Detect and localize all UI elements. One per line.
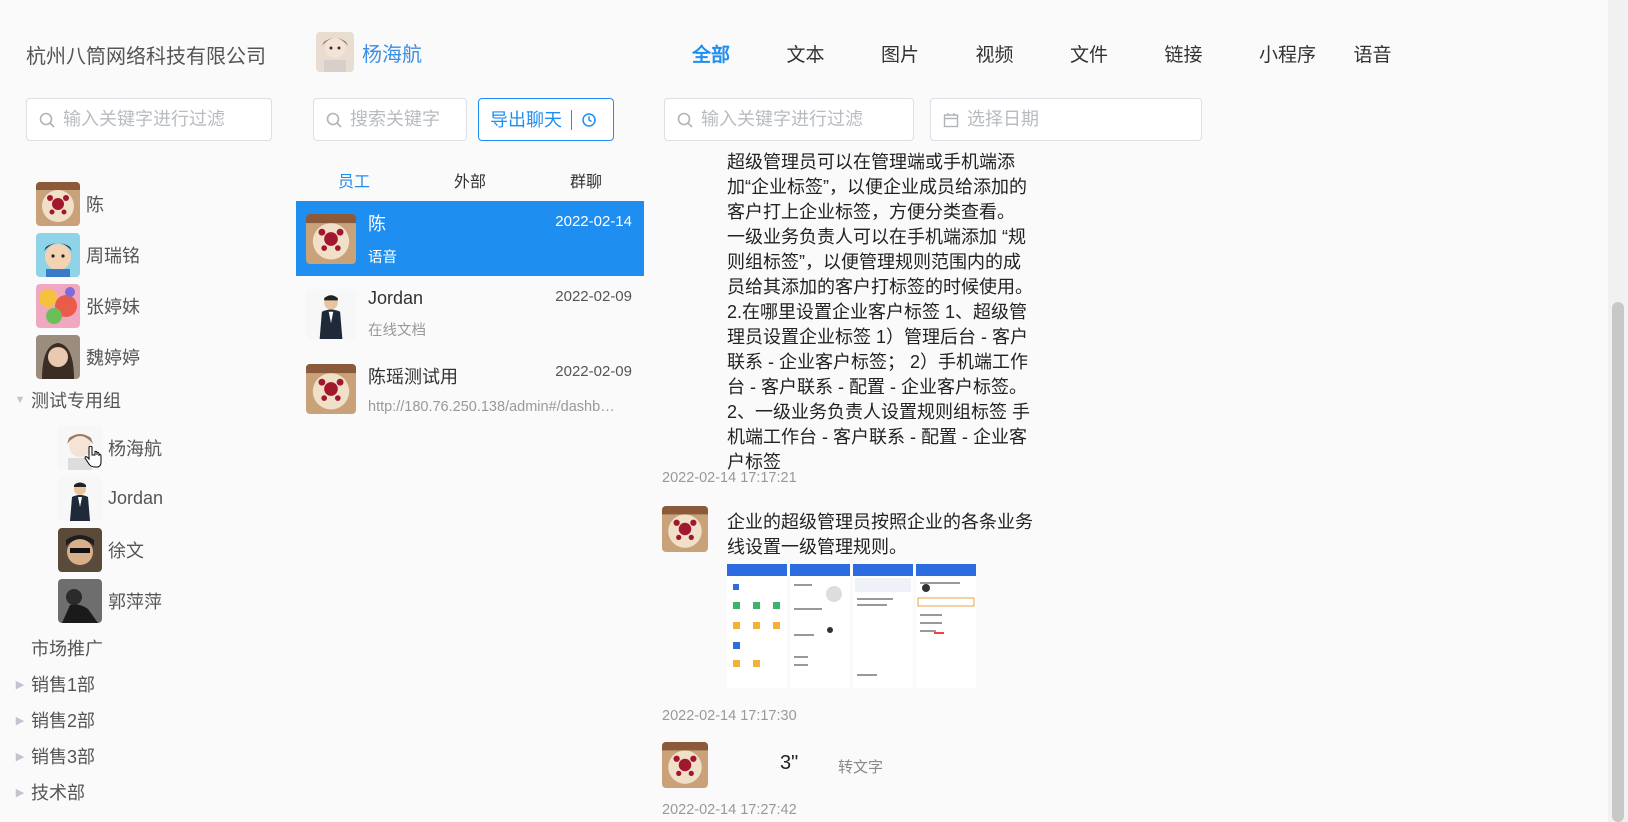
tree-member[interactable]: 郭萍萍 <box>0 575 290 626</box>
conversation-search-field <box>313 98 467 141</box>
contact-type-tabs: 员工 外部 群聊 <box>296 168 644 192</box>
member-name: 周瑞铭 <box>86 245 140 266</box>
calendar-icon <box>943 112 959 128</box>
avatar <box>36 283 80 328</box>
tab-external[interactable]: 外部 <box>412 168 528 192</box>
member-name: 陈 <box>86 194 104 215</box>
current-user-name: 杨海航 <box>362 43 422 66</box>
avatar <box>58 476 102 521</box>
conversation-date: 2022-02-09 <box>555 363 632 380</box>
tree-group[interactable]: ▶ 技术部 <box>0 774 290 810</box>
tree-member[interactable]: 张婷妹 <box>0 280 290 331</box>
conversation-last-message: http://180.76.250.138/admin#/dashboard <box>368 398 618 415</box>
tab-link[interactable]: 链接 <box>1165 40 1260 67</box>
tree-group[interactable]: ▶ 销售2部 <box>0 702 290 738</box>
tree-member[interactable]: 杨海航 <box>0 422 290 473</box>
search-icon <box>677 112 693 128</box>
caret-down-icon: ▼ <box>14 394 26 406</box>
tab-image[interactable]: 图片 <box>881 40 976 67</box>
avatar <box>36 232 80 277</box>
message-time: 2022-02-14 17:17:30 <box>662 708 797 724</box>
caret-right-icon: ▶ <box>15 714 25 727</box>
tab-staff[interactable]: 员工 <box>296 168 412 192</box>
tree-member[interactable]: 魏婷婷 <box>0 331 290 382</box>
member-name: Jordan <box>108 488 164 508</box>
conversation-item[interactable]: Jordan 在线文档 2022-02-09 <box>296 276 644 351</box>
group-name: 市场推广 <box>31 639 103 659</box>
export-chat-button[interactable]: 导出聊天 <box>478 98 614 141</box>
conversation-date: 2022-02-09 <box>555 288 632 305</box>
tree-member[interactable]: 周瑞铭 <box>0 229 290 280</box>
date-input[interactable] <box>967 109 1201 130</box>
tree-member[interactable]: 徐文 <box>0 524 290 575</box>
voice-to-text-button[interactable]: 转文字 <box>838 756 883 777</box>
tab-text[interactable]: 文本 <box>787 40 882 67</box>
member-filter-field <box>26 98 272 141</box>
tree-group[interactable]: ▶ 销售3部 <box>0 738 290 774</box>
chat-filter-field <box>664 98 914 141</box>
group-name: 销售1部 <box>31 675 96 695</box>
caret-right-icon: ▶ <box>15 750 25 763</box>
tab-file[interactable]: 文件 <box>1070 40 1165 67</box>
tree-group[interactable]: ▶ 销售1部 <box>0 666 290 702</box>
conversation-search-input[interactable] <box>350 109 466 130</box>
chat-scrollbar-thumb[interactable] <box>1612 302 1624 822</box>
tab-voice[interactable]: 语音 <box>1354 40 1449 67</box>
history-icon[interactable] <box>581 112 597 128</box>
avatar <box>58 527 102 572</box>
tab-group-chat[interactable]: 群聊 <box>528 168 644 192</box>
avatar <box>662 506 708 557</box>
message-image[interactable] <box>727 564 977 688</box>
avatar <box>58 578 102 623</box>
avatar <box>306 363 356 414</box>
voice-duration[interactable]: 3" <box>780 752 798 775</box>
tree-group[interactable]: 市场推广 <box>0 630 290 666</box>
message-type-tabs: 全部 文本 图片 视频 文件 链接 小程序 语音 <box>692 40 1448 67</box>
group-name: 测试专用组 <box>31 391 121 411</box>
export-chat-label: 导出聊天 <box>479 109 572 130</box>
tree-group-expanded[interactable]: ▼ 测试专用组 <box>0 382 290 418</box>
search-icon <box>39 112 55 128</box>
org-tree: 陈 周瑞铭 张婷妹 魏婷婷 ▼ 测试专用组 杨海航 Jordan 徐文 郭萍萍 … <box>0 178 290 810</box>
conversation-date: 2022-02-14 <box>555 213 632 230</box>
member-filter-input[interactable] <box>63 109 271 130</box>
chat-filter-input[interactable] <box>701 109 913 130</box>
member-name: 张婷妹 <box>86 296 140 317</box>
group-name: 销售3部 <box>31 747 96 767</box>
tab-all[interactable]: 全部 <box>692 40 787 67</box>
date-picker[interactable] <box>930 98 1202 141</box>
message-text: 超级管理员可以在管理端或手机端添加“企业标签”，以便企业成员给添加的客户打上企业… <box>727 152 1033 472</box>
caret-right-icon: ▶ <box>15 678 25 691</box>
company-name: 杭州八筒网络科技有限公司 <box>26 46 266 68</box>
conversation-list: 陈 语音 2022-02-14 Jordan 在线文档 2022-02-09 陈… <box>296 201 644 426</box>
avatar <box>662 742 708 793</box>
group-name: 技术部 <box>31 783 85 803</box>
member-name: 杨海航 <box>108 438 162 459</box>
current-user[interactable]: 杨海航 <box>316 32 422 72</box>
avatar <box>306 288 356 339</box>
message-time: 2022-02-14 17:17:21 <box>662 470 797 486</box>
member-name: 徐文 <box>108 540 144 561</box>
caret-right-icon: ▶ <box>15 786 25 799</box>
conversation-last-message: 语音 <box>368 250 397 266</box>
message-text: 企业的超级管理员按照企业的各条业务线设置一级管理规则。 <box>727 512 1033 557</box>
group-name: 销售2部 <box>31 711 96 731</box>
avatar <box>36 181 80 226</box>
avatar <box>36 334 80 379</box>
conversation-last-message: 在线文档 <box>368 322 426 339</box>
avatar <box>316 32 354 72</box>
tree-member[interactable]: Jordan <box>0 473 290 524</box>
message-time: 2022-02-14 17:27:42 <box>662 802 797 818</box>
conversation-item[interactable]: 陈 语音 2022-02-14 <box>296 201 644 276</box>
member-name: 郭萍萍 <box>108 591 162 612</box>
tab-video[interactable]: 视频 <box>976 40 1071 67</box>
member-name: 魏婷婷 <box>86 347 140 368</box>
search-icon <box>326 112 342 128</box>
tree-member[interactable]: 陈 <box>0 178 290 229</box>
avatar <box>306 213 356 264</box>
pointer-cursor-icon <box>84 445 102 473</box>
tab-miniprogram[interactable]: 小程序 <box>1259 40 1354 67</box>
conversation-item[interactable]: 陈瑶测试用 http://180.76.250.138/admin#/dashb… <box>296 351 644 426</box>
